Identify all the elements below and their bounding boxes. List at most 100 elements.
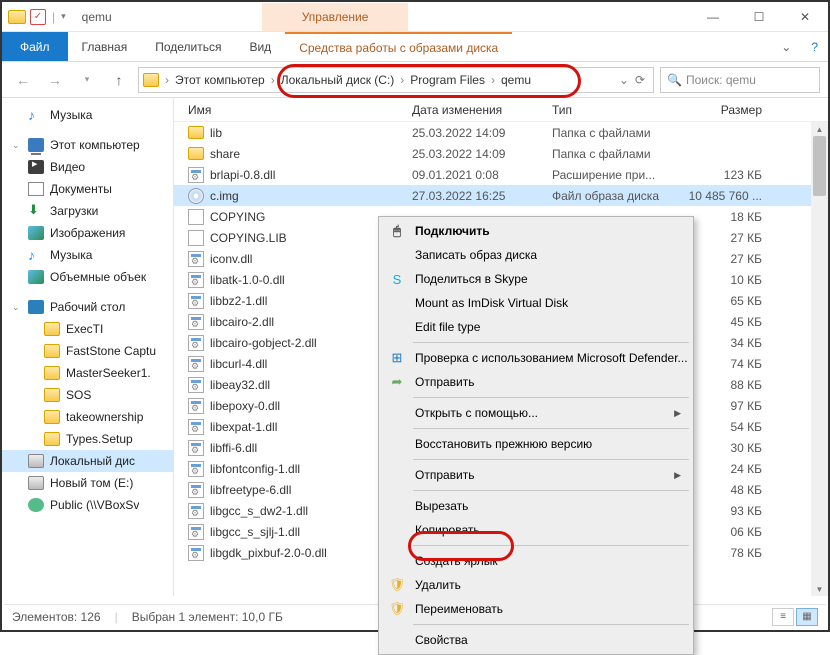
context-menu-item[interactable]: ➦Отправить [381,370,691,394]
expand-icon[interactable]: ⌄ [12,140,22,151]
sidebar-item-label: Документы [50,182,112,196]
menu-item-icon: 🛡 [388,576,406,594]
sidebar-item[interactable]: ♪Музыка [2,104,173,126]
sidebar-item[interactable]: Изображения [2,222,173,244]
ribbon-tabs: Файл Главная Поделиться Вид Средства раб… [2,32,828,62]
sidebar-item[interactable]: ♪Музыка [2,244,173,266]
file-row[interactable]: lib25.03.2022 14:09Папка с файлами [174,122,828,143]
nav-back-button[interactable]: ← [10,67,36,93]
sidebar-item[interactable]: ⌄Этот компьютер [2,134,173,156]
scroll-down-icon[interactable]: ▼ [811,582,828,596]
menu-item-icon: S [388,270,406,288]
maximize-button[interactable]: ☐ [736,2,782,32]
dll-icon [188,440,204,456]
file-name: share [210,147,240,161]
nav-up-button[interactable]: ↑ [106,67,132,93]
file-size: 78 КБ [682,546,782,560]
tab-view[interactable]: Вид [235,32,285,61]
sidebar-item[interactable]: SOS [2,384,173,406]
context-menu-item[interactable]: Открыть с помощью...▶ [381,401,691,425]
nav-recent-dropdown[interactable]: ▾ [74,67,100,93]
menu-item-label: Копировать [415,523,480,537]
vertical-scrollbar[interactable]: ▲ ▼ [811,122,828,596]
breadcrumb-segment[interactable]: Локальный диск (C:) [277,73,399,87]
file-size: 27 КБ [682,231,782,245]
context-menu-item[interactable]: Записать образ диска [381,243,691,267]
scroll-up-icon[interactable]: ▲ [811,122,828,136]
tab-file[interactable]: Файл [2,32,68,61]
chevron-right-icon[interactable]: › [491,73,495,87]
context-menu-item[interactable]: 🛡Удалить [381,573,691,597]
file-size: 27 КБ [682,252,782,266]
txt-icon [188,230,204,246]
breadcrumb-segment[interactable]: qemu [497,73,535,87]
sidebar-item[interactable]: ExecTI [2,318,173,340]
menu-item-icon: 🛡 [388,600,406,618]
sidebar-item[interactable]: Документы [2,178,173,200]
search-placeholder: Поиск: qemu [686,73,756,87]
chevron-right-icon[interactable]: › [400,73,404,87]
ribbon-expand-icon[interactable]: ⌄ [771,40,801,54]
context-menu-item[interactable]: SПоделиться в Skype [381,267,691,291]
sidebar-item[interactable]: Объемные объек [2,266,173,288]
chevron-right-icon[interactable]: › [271,73,275,87]
search-icon: 🔍 [667,73,682,87]
context-menu-item[interactable]: ⊞Проверка с использованием Microsoft Def… [381,346,691,370]
view-icons-button[interactable]: ▦ [796,608,818,626]
sidebar-item[interactable]: MasterSeeker1. [2,362,173,384]
sidebar-item[interactable]: Новый том (E:) [2,472,173,494]
sidebar-item[interactable]: Видео [2,156,173,178]
context-menu-item[interactable]: Отправить▶ [381,463,691,487]
sidebar-item[interactable]: ⬇Загрузки [2,200,173,222]
context-menu-item[interactable]: Копировать [381,518,691,542]
view-details-button[interactable]: ≡ [772,608,794,626]
close-button[interactable]: ✕ [782,2,828,32]
dll-icon [188,482,204,498]
breadcrumb-segment[interactable]: Program Files [406,73,489,87]
context-menu-item[interactable]: Mount as ImDisk Virtual Disk [381,291,691,315]
breadcrumb-segment[interactable]: Этот компьютер [171,73,269,87]
file-row[interactable]: c.img27.03.2022 16:25Файл образа диска10… [174,185,828,206]
file-name: COPYING [210,210,265,224]
context-menu-item[interactable]: 🖱Подключить [381,219,691,243]
context-menu-item[interactable]: Восстановить прежнюю версию [381,432,691,456]
tab-home[interactable]: Главная [68,32,142,61]
menu-item-label: Свойства [415,633,468,647]
expand-icon[interactable]: ⌄ [12,302,22,313]
column-date[interactable]: Дата изменения [412,103,552,117]
file-size: 88 КБ [682,378,782,392]
qat-dropdown-icon[interactable]: ▾ [61,11,66,22]
context-menu-item[interactable]: Edit file type [381,315,691,339]
file-row[interactable]: brlapi-0.8.dll09.01.2021 0:08Расширение … [174,164,828,185]
sidebar-item[interactable]: FastStone Captu [2,340,173,362]
chevron-right-icon[interactable]: › [165,73,169,87]
breadcrumb[interactable]: › Этот компьютер › Локальный диск (C:) ›… [138,67,654,93]
tab-disc-tools[interactable]: Средства работы с образами диска [285,32,512,61]
search-input[interactable]: 🔍 Поиск: qemu [660,67,820,93]
sidebar-item[interactable]: Types.Setup [2,428,173,450]
tab-share[interactable]: Поделиться [141,32,235,61]
breadcrumb-dropdown-icon[interactable]: ⌄ [619,73,629,87]
column-type[interactable]: Тип [552,103,682,117]
context-menu-item[interactable]: Создать ярлык [381,549,691,573]
context-menu-item[interactable]: Вырезать [381,494,691,518]
scrollbar-thumb[interactable] [813,136,826,196]
minimize-button[interactable]: — [690,2,736,32]
context-menu-item[interactable]: 🛡Переименовать [381,597,691,621]
column-size[interactable]: Размер [682,103,782,117]
drive-icon [28,476,44,490]
file-row[interactable]: share25.03.2022 14:09Папка с файлами [174,143,828,164]
dll-icon [188,314,204,330]
qat-checkbox-icon[interactable]: ✓ [30,9,46,25]
sidebar-item[interactable]: ⌄Рабочий стол [2,296,173,318]
column-name[interactable]: Имя [174,103,412,117]
sidebar-item[interactable]: Public (\\VBoxSv [2,494,173,516]
refresh-icon[interactable]: ⟳ [635,73,645,87]
file-type: Расширение при... [552,168,682,182]
column-headers: Имя Дата изменения Тип Размер [174,98,828,122]
sidebar-item[interactable]: Локальный дис [2,450,173,472]
dll-icon [188,335,204,351]
navigation-sidebar[interactable]: ♪Музыка ⌄Этот компьютерВидео Документы ⬇Заг… [2,98,174,596]
help-icon[interactable]: ? [801,40,828,54]
sidebar-item[interactable]: takeownership [2,406,173,428]
